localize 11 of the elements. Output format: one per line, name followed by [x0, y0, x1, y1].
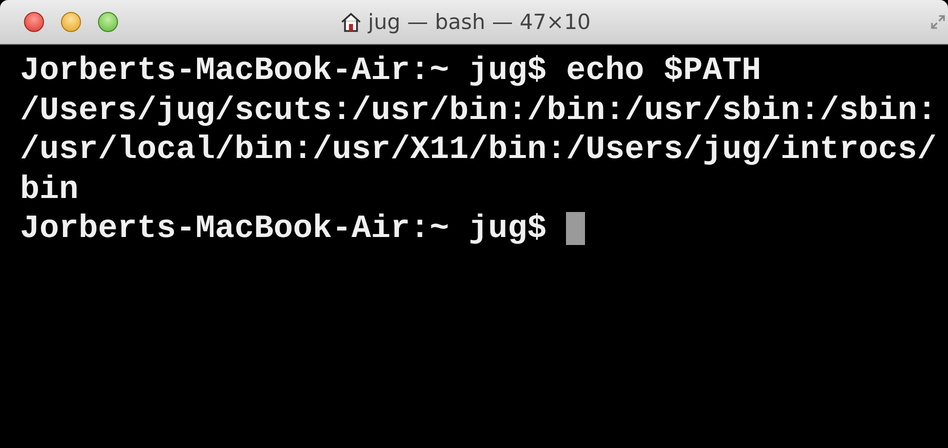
- zoom-button[interactable]: [98, 12, 118, 32]
- fullscreen-icon[interactable]: [930, 14, 946, 30]
- minimize-button[interactable]: [61, 12, 81, 32]
- terminal-line: Jorberts-MacBook-Air:~ jug$ echo $PATH: [20, 52, 762, 90]
- close-button[interactable]: [24, 12, 44, 32]
- terminal-line: /usr/local/bin:/usr/X11/bin:/Users/jug/introcs/: [20, 131, 937, 168]
- window-title: jug — bash — 47×10: [368, 10, 591, 34]
- terminal-line: bin: [20, 170, 79, 208]
- home-icon: [340, 11, 362, 33]
- terminal-line: Jorberts-MacBook-Air:~ jug$: [20, 210, 548, 248]
- terminal-line: /Users/jug/scuts:/usr/bin:/bin:/usr/sbin:/sbin:: [20, 92, 937, 129]
